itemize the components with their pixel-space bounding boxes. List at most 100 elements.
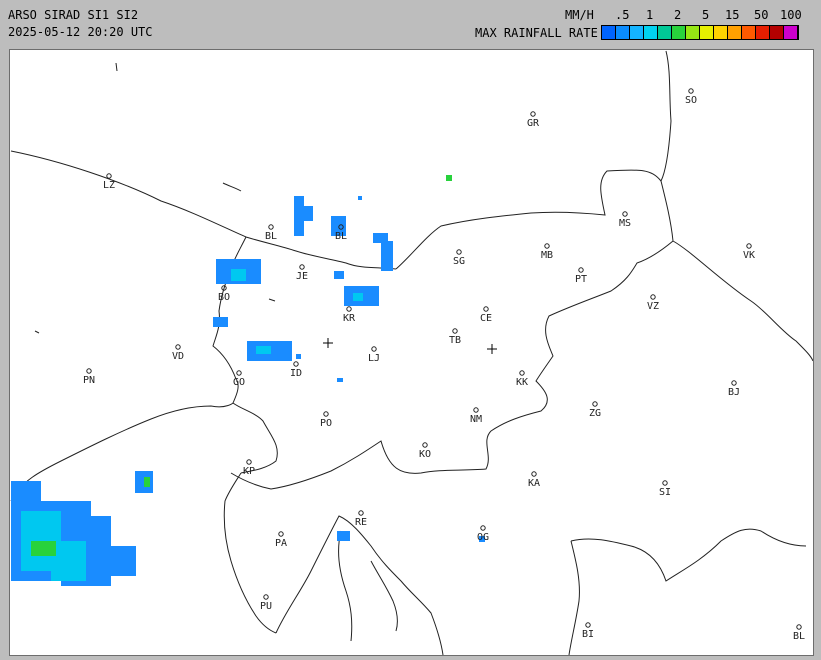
- legend-tick: 15: [725, 8, 740, 22]
- radar-map[interactable]: SO GR LZ BL BL MB MS VK JE SG PT BO KR CE VZ VD TB LJ ID PN…: [9, 49, 814, 656]
- city-dot: [346, 306, 352, 312]
- city-label-pt: PT: [575, 274, 587, 285]
- city-label-zg: ZG: [589, 408, 601, 419]
- island-cres: [338, 530, 353, 642]
- legend-tick: 1: [646, 8, 654, 22]
- city-dot: [473, 407, 479, 413]
- city-label-bi: BI: [582, 629, 594, 640]
- city-label-vz: VZ: [647, 301, 659, 312]
- river-segment: [268, 298, 276, 302]
- lake-1: [222, 182, 242, 192]
- city-dot: [278, 531, 284, 537]
- city-label-ms: MS: [619, 218, 631, 229]
- city-dot: [592, 401, 598, 407]
- legend-tick: 2: [674, 8, 682, 22]
- legend-tick: 100: [780, 8, 802, 22]
- legend-swatch: [644, 26, 658, 39]
- city-dot: [531, 471, 537, 477]
- city-dot: [358, 510, 364, 516]
- city-dot: [622, 211, 628, 217]
- city-dot: [456, 249, 462, 255]
- city-label-bo: BO: [218, 292, 230, 303]
- city-dot: [688, 88, 694, 94]
- city-label-kp: KP: [243, 466, 255, 477]
- island-krk: [370, 560, 398, 632]
- map-title: ARSO SIRAD SI1 SI2: [8, 8, 139, 22]
- radar-site-pasja-ravan: [487, 344, 497, 354]
- city-label-nm: NM: [470, 414, 482, 425]
- city-label-si: SI: [659, 487, 671, 498]
- city-dot: [662, 480, 668, 486]
- city-dot: [585, 622, 591, 628]
- city-label-bl: BL: [265, 231, 277, 242]
- city-label-so: SO: [685, 95, 697, 106]
- city-dot: [299, 264, 305, 270]
- coast-kvarner: [275, 515, 444, 655]
- border-croatia-bosnia-west: [568, 540, 580, 655]
- legend-swatch: [602, 26, 616, 39]
- city-label-id: ID: [290, 368, 302, 379]
- city-label-go: GO: [233, 377, 245, 388]
- city-label-bl: BL: [335, 231, 347, 242]
- legend-swatch: [672, 26, 686, 39]
- legend-swatch: [700, 26, 714, 39]
- city-dot: [519, 370, 525, 376]
- city-markers: SO GR LZ BL BL MB MS VK JE SG PT BO KR CE VZ VD TB LJ ID PN…: [83, 88, 805, 642]
- city-dot: [578, 267, 584, 273]
- lake-2: [115, 62, 118, 72]
- city-label-vd: VD: [172, 351, 184, 362]
- coast-west-small: [34, 330, 40, 334]
- legend-swatch: [756, 26, 770, 39]
- units-label: MM/H: [565, 8, 594, 22]
- legend-tick: 50: [754, 8, 769, 22]
- city-dot: [530, 111, 536, 117]
- city-label-pu: PU: [260, 601, 272, 612]
- coast-italy: [10, 402, 234, 502]
- city-dot: [422, 442, 428, 448]
- city-label-je: JE: [296, 271, 308, 282]
- city-label-lz: LZ: [103, 180, 115, 191]
- city-dot: [106, 173, 112, 179]
- city-dot: [371, 346, 377, 352]
- city-label-bj: BJ: [728, 387, 740, 398]
- city-label-kk: KK: [516, 377, 528, 388]
- city-label-bl: BL: [793, 631, 805, 642]
- city-dot: [263, 594, 269, 600]
- city-dot: [268, 224, 274, 230]
- city-dot: [236, 370, 242, 376]
- border-slovenia-hungary: [660, 180, 813, 362]
- city-label-pn: PN: [83, 375, 95, 386]
- city-label-ko: KO: [419, 449, 431, 460]
- radar-sites: [323, 338, 497, 354]
- border-austria-slovenia: [395, 50, 672, 270]
- city-label-sg: SG: [453, 256, 465, 267]
- city-dot: [796, 624, 802, 630]
- city-label-re: RE: [355, 517, 367, 528]
- timestamp: 2025-05-12 20:20 UTC: [8, 25, 153, 39]
- legend-swatch: [616, 26, 630, 39]
- legend-swatch: [728, 26, 742, 39]
- legend-swatch: [686, 26, 700, 39]
- city-label-kr: KR: [343, 313, 356, 324]
- legend-swatch: [770, 26, 784, 39]
- city-dot: [293, 361, 299, 367]
- city-dot: [175, 344, 181, 350]
- legend-swatch: [714, 26, 728, 39]
- legend-tick: 5: [702, 8, 710, 22]
- city-dot: [246, 459, 252, 465]
- city-dot: [86, 368, 92, 374]
- city-label-lj: LJ: [368, 353, 380, 364]
- city-label-mb: MB: [541, 250, 553, 261]
- legend-swatch: [742, 26, 756, 39]
- rate-label: MAX RAINFALL RATE: [475, 26, 598, 40]
- city-label-ka: KA: [528, 478, 540, 489]
- legend-swatch: [784, 26, 798, 39]
- legend-tick: .5: [615, 8, 630, 22]
- city-dot: [650, 294, 656, 300]
- border-austria-italy: [10, 150, 397, 270]
- city-label-tb: TB: [449, 335, 461, 346]
- city-label-gr: GR: [527, 118, 540, 129]
- city-dot: [483, 306, 489, 312]
- city-label-og: OG: [477, 532, 489, 543]
- rainfall-color-scale: [601, 25, 799, 40]
